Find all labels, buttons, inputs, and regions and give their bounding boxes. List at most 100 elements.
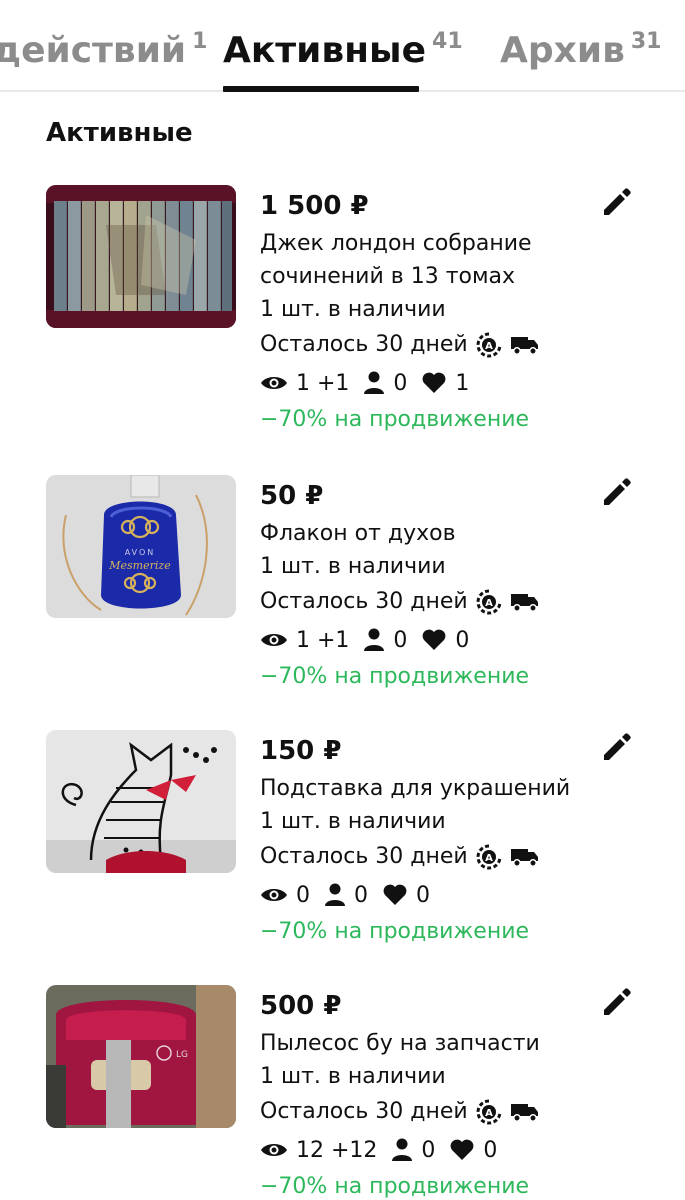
perfume-bottle-photo-icon: AVON Mesmerize	[46, 475, 236, 618]
contacts-count: 0	[393, 370, 408, 396]
listing-thumbnail[interactable]	[46, 185, 236, 328]
promotion-link[interactable]: −70% на продвижение	[260, 659, 590, 695]
likes-count: 0	[483, 1137, 498, 1163]
listing-stats: 1 +1 0 1	[260, 364, 590, 402]
tab-archive-label: Архив	[500, 30, 625, 71]
views-stat: 1 +1	[260, 628, 349, 653]
listing-stock: 1 шт. в наличии	[260, 809, 446, 834]
person-icon	[364, 371, 385, 394]
person-icon	[392, 1138, 413, 1161]
edit-button[interactable]	[600, 730, 640, 770]
autorenew-icon: A	[476, 1099, 502, 1125]
listing-thumbnail[interactable]: LG	[46, 985, 236, 1128]
book-spines-photo-icon	[46, 185, 236, 328]
listing-title[interactable]: Флакон от духов	[260, 517, 580, 550]
cat-jewelry-stand-photo-icon	[46, 730, 236, 873]
listing-stats: 12 +12 0 0	[260, 1131, 590, 1169]
person-icon	[364, 628, 385, 651]
delivery-truck-icon	[510, 594, 538, 612]
listing-stats: 0 0 0	[260, 876, 590, 914]
listing-days: Осталось 30 дней	[260, 332, 468, 357]
delivery-truck-icon	[510, 337, 538, 355]
edit-button[interactable]	[600, 475, 640, 515]
pencil-icon	[604, 988, 631, 1015]
autorenew-icon: A	[476, 589, 502, 615]
likes-count: 1	[455, 370, 470, 396]
listing-price: 150 ₽	[260, 736, 342, 766]
listing-days: Осталось 30 дней	[260, 589, 468, 614]
tab-archive-count: 31	[630, 29, 662, 54]
views-count: 0	[296, 882, 310, 908]
tab-actions-count: 1	[192, 29, 208, 54]
listing-price: 500 ₽	[260, 991, 342, 1021]
active-tab-indicator	[223, 86, 419, 92]
tab-archive[interactable]: Архив 31	[500, 29, 662, 71]
edit-button[interactable]	[600, 985, 640, 1025]
eye-icon	[261, 1144, 287, 1156]
eye-icon	[261, 889, 287, 901]
tab-active-count: 41	[432, 29, 463, 54]
person-icon	[325, 883, 345, 906]
listing-price: 1 500 ₽	[260, 191, 369, 221]
tab-active[interactable]: Активные 41	[223, 29, 463, 71]
listing-stock: 1 шт. в наличии	[260, 1064, 446, 1089]
listing-item[interactable]: LG 500 ₽ Пылесос бу на запчасти 1 шт. в …	[0, 985, 685, 1200]
listing-thumbnail[interactable]: AVON Mesmerize	[46, 475, 236, 618]
likes-stat: 0	[382, 883, 430, 908]
pencil-icon	[604, 733, 631, 760]
likes-count: 0	[455, 627, 470, 653]
listing-days: Осталось 30 дней	[260, 844, 468, 869]
vacuum-cleaner-photo-icon: LG	[46, 985, 236, 1128]
listing-days-row: Осталось 30 дней A	[260, 583, 590, 621]
contacts-stat: 0	[324, 883, 368, 908]
views-stat: 0	[260, 883, 310, 908]
autorenew-icon: A	[476, 844, 502, 870]
listing-title[interactable]: Джек лондон собрание сочинений в 13 тома…	[260, 227, 580, 293]
contacts-stat: 0	[363, 628, 407, 653]
heart-icon	[423, 629, 446, 650]
listing-item[interactable]: AVON Mesmerize 50 ₽ Флакон от духов 1 шт…	[0, 475, 685, 735]
views-count: 1 +1	[296, 370, 350, 396]
svg-text:A: A	[485, 341, 493, 352]
listing-title[interactable]: Подставка для украшений	[260, 772, 580, 805]
promotion-link[interactable]: −70% на продвижение	[260, 402, 590, 438]
listing-stock: 1 шт. в наличии	[260, 554, 446, 579]
contacts-count: 0	[421, 1137, 436, 1163]
views-stat: 1 +1	[260, 371, 349, 396]
edit-button[interactable]	[600, 185, 640, 225]
svg-text:A: A	[485, 1108, 493, 1119]
listing-stats: 1 +1 0 0	[260, 621, 590, 659]
listing-days-row: Осталось 30 дней A	[260, 326, 590, 364]
listing-days: Осталось 30 дней	[260, 1099, 468, 1124]
pencil-icon	[604, 478, 631, 505]
tab-actions[interactable]: действий 1	[0, 29, 208, 71]
promotion-link[interactable]: −70% на продвижение	[260, 914, 590, 950]
listing-stock: 1 шт. в наличии	[260, 297, 446, 322]
svg-text:A: A	[485, 853, 493, 864]
heart-icon	[451, 1139, 474, 1160]
listing-price: 50 ₽	[260, 481, 324, 511]
contacts-count: 0	[393, 627, 408, 653]
listing-title[interactable]: Пылесос бу на запчасти	[260, 1027, 580, 1060]
tab-active-label: Активные	[223, 30, 427, 71]
listing-days-row: Осталось 30 дней A	[260, 838, 590, 876]
listing-days-row: Осталось 30 дней A	[260, 1093, 590, 1131]
likes-stat: 1	[421, 371, 469, 396]
listing-item[interactable]: 150 ₽ Подставка для украшений 1 шт. в на…	[0, 730, 685, 990]
contacts-stat: 0	[391, 1138, 435, 1163]
promotion-link[interactable]: −70% на продвижение	[260, 1169, 590, 1200]
bottle-brand-text: AVON	[125, 548, 156, 557]
likes-count: 0	[416, 882, 430, 908]
pencil-icon	[604, 188, 631, 215]
contacts-count: 0	[354, 882, 368, 908]
views-stat: 12 +12	[260, 1138, 377, 1163]
likes-stat: 0	[421, 628, 469, 653]
listing-thumbnail[interactable]	[46, 730, 236, 873]
delivery-truck-icon	[510, 849, 538, 867]
listing-item[interactable]: 1 500 ₽ Джек лондон собрание сочинений в…	[0, 185, 685, 445]
delivery-truck-icon	[510, 1104, 538, 1122]
views-count: 1 +1	[296, 627, 350, 653]
views-count: 12 +12	[296, 1137, 378, 1163]
tab-actions-label: действий	[0, 30, 187, 71]
likes-stat: 0	[449, 1138, 497, 1163]
